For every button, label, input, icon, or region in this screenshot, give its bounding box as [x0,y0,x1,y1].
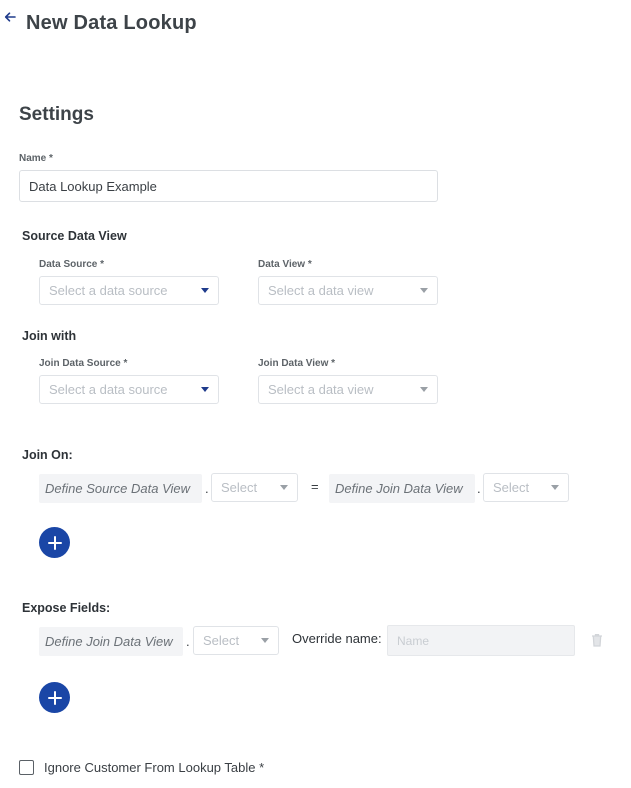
join-data-view-select[interactable]: Select a data view [258,375,438,404]
join-data-source-label: Join Data Source * [39,358,128,369]
name-label: Name * [19,153,53,164]
join-with-title: Join with [22,329,77,343]
join-on-dot: . [205,481,209,496]
source-data-view-title: Source Data View [22,229,127,243]
chevron-down-icon [261,638,269,643]
data-view-label: Data View * [258,259,312,270]
page-title: New Data Lookup [26,12,197,34]
select-placeholder: Select [221,480,258,495]
define-source-data-view[interactable]: Define Source Data View [39,474,202,503]
join-on-source-field-select[interactable]: Select [211,473,298,502]
settings-title: Settings [19,104,94,125]
join-on-title: Join On: [22,448,73,462]
define-join-data-view[interactable]: Define Join Data View [329,474,475,503]
chevron-down-icon [551,485,559,490]
expose-select-placeholder: Select [203,633,240,648]
chevron-down-icon [280,485,288,490]
ignore-customer-checkbox[interactable] [19,760,34,775]
data-view-select[interactable]: Select a data view [258,276,438,305]
override-name-label: Override name: [292,631,382,646]
chevron-down-icon [420,387,428,392]
expose-define-join-data-view[interactable]: Define Join Data View [39,627,183,656]
override-name-input[interactable]: Name [387,625,575,656]
join-data-source-select[interactable]: Select a data source [39,375,219,404]
back-arrow-icon[interactable] [4,10,20,28]
chevron-down-icon [420,288,428,293]
plus-icon [47,535,62,550]
expose-fields-title: Expose Fields: [22,601,111,615]
chevron-down-icon [201,288,209,293]
chevron-down-icon [201,387,209,392]
data-view-placeholder: Select a data view [268,283,374,298]
data-source-select[interactable]: Select a data source [39,276,219,305]
data-source-placeholder: Select a data source [49,283,168,298]
name-input[interactable] [19,170,438,202]
add-join-condition-button[interactable] [39,527,70,558]
join-on-dot-2: . [477,481,481,496]
expose-dot: . [186,634,190,649]
trash-icon[interactable] [591,633,603,647]
join-data-source-placeholder: Select a data source [49,382,168,397]
join-data-view-placeholder: Select a data view [268,382,374,397]
plus-icon [47,690,62,705]
join-on-join-field-select[interactable]: Select [483,473,569,502]
add-expose-field-button[interactable] [39,682,70,713]
equals-sign: = [311,479,319,494]
expose-field-select[interactable]: Select [193,626,279,655]
data-source-label: Data Source * [39,259,105,270]
join-data-view-label: Join Data View * [258,358,336,369]
select-placeholder-2: Select [493,480,530,495]
ignore-customer-label[interactable]: Ignore Customer From Lookup Table * [44,760,264,775]
